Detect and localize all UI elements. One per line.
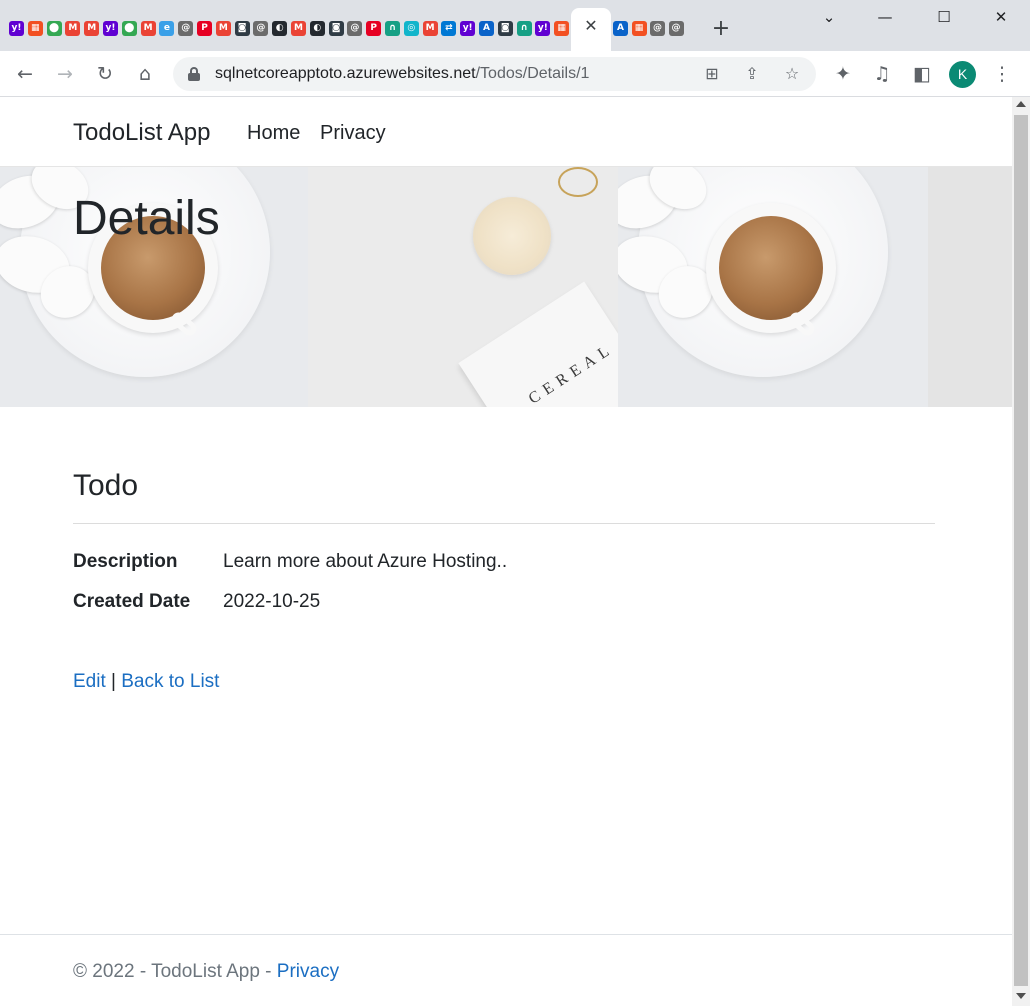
close-window-button[interactable]: ✕ [990, 6, 1012, 28]
scrollbar-thumb[interactable] [1014, 115, 1028, 986]
azure-icon[interactable]: A [613, 21, 628, 36]
azure-icon[interactable]: A [479, 21, 494, 36]
side-panel-icon[interactable]: ◧ [909, 61, 935, 87]
cereal-card-image: CEREAL [308, 167, 618, 407]
yahoo-mail-icon[interactable]: y! [535, 21, 551, 36]
scroll-down-arrow-icon[interactable] [1016, 993, 1026, 999]
yahoo-mail-icon[interactable]: y! [103, 21, 118, 36]
dark-site-icon[interactable]: ◙ [234, 21, 250, 36]
minimize-button[interactable]: — [874, 6, 896, 28]
azure-devops-icon[interactable]: ⇄ [441, 21, 457, 36]
site-navbar: TodoList App Home Privacy [0, 97, 1012, 167]
address-bar[interactable]: sqlnetcoreapptoto.azurewebsites.net/Todo… [173, 57, 816, 91]
pinterest-icon[interactable]: P [366, 21, 382, 36]
edge-icon[interactable]: e [159, 21, 175, 36]
back-icon[interactable]: ← [12, 61, 38, 87]
coffee-cup-image [618, 167, 928, 407]
action-separator: | [111, 671, 116, 692]
page-scrollbar[interactable] [1012, 97, 1030, 1006]
grey-site-icon[interactable]: @ [668, 21, 684, 36]
back-to-list-link[interactable]: Back to List [121, 671, 219, 692]
media-control-icon[interactable]: ♫ [869, 61, 895, 87]
dark-site-icon[interactable]: ◙ [497, 21, 513, 36]
brand-link[interactable]: TodoList App [73, 119, 210, 147]
page-title: Details [73, 192, 220, 245]
nav-link-home[interactable]: Home [247, 122, 300, 145]
footer-copyright: © 2022 - TodoList App - [73, 961, 277, 982]
green-site-icon[interactable]: ∩ [516, 21, 532, 36]
home-icon[interactable]: ⌂ [132, 61, 158, 87]
microsoft-icon[interactable]: ▦ [631, 21, 647, 36]
hero-image-partial [928, 167, 1012, 407]
dark-site-icon[interactable]: ◙ [328, 21, 344, 36]
grey-site-icon[interactable]: @ [650, 21, 665, 36]
forward-icon[interactable]: → [52, 61, 78, 87]
url-host: sqlnetcoreapptoto.azurewebsites.net [215, 65, 476, 82]
url-text[interactable]: sqlnetcoreapptoto.azurewebsites.net/Todo… [215, 65, 589, 83]
bookmark-star-icon[interactable]: ☆ [780, 62, 804, 86]
tab-search-icon[interactable]: ⌄ [818, 6, 840, 28]
microsoft-icon[interactable]: ▦ [27, 21, 43, 36]
nav-link-privacy[interactable]: Privacy [320, 122, 386, 145]
microsoft-icon[interactable]: ▦ [554, 21, 570, 36]
site-footer: © 2022 - TodoList App - Privacy [0, 934, 1012, 1006]
hero-banner: CEREAL Details [0, 167, 1012, 407]
footer-privacy-link[interactable]: Privacy [277, 961, 339, 982]
footer-text: © 2022 - TodoList App - Privacy [73, 961, 339, 983]
lock-icon[interactable] [187, 67, 201, 81]
extensions-icon[interactable]: ✦ [830, 61, 856, 87]
browser-toolbar: ← → ↻ ⌂ sqlnetcoreapptoto.azurewebsites.… [0, 51, 1030, 97]
profile-avatar[interactable]: K [949, 61, 976, 88]
url-path: /Todos/Details/1 [475, 65, 590, 82]
gmail-icon[interactable]: M [84, 21, 100, 36]
translate-icon[interactable]: ⊞ [700, 62, 724, 86]
reload-icon[interactable]: ↻ [92, 61, 118, 87]
github-icon[interactable]: ◐ [272, 21, 288, 36]
description-label: Description [73, 551, 178, 572]
active-tab[interactable]: ✕ [571, 8, 611, 51]
gmail-icon[interactable]: M [291, 21, 306, 36]
google-maps-icon[interactable]: ⬤ [121, 21, 137, 36]
google-maps-icon[interactable]: ⬤ [46, 21, 62, 36]
detail-actions: Edit | Back to List [73, 667, 219, 697]
todo-heading: Todo [73, 469, 139, 502]
tab-strip: y! ▦ ⬤ M My! ⬤ Me @ P M ◙ @ ◐ M ◐ ◙ @ P ∩ ◎ M ⇄ y! A ◙ ∩ y! ▦ ✕ A ▦ @… [0, 0, 1030, 51]
grey-site-icon[interactable]: @ [178, 21, 194, 36]
browser-menu-icon[interactable]: ⋮ [989, 61, 1015, 87]
created-date-label: Created Date [73, 591, 191, 612]
gmail-icon[interactable]: M [422, 21, 438, 36]
pinterest-icon[interactable]: P [197, 21, 212, 36]
divider [73, 523, 935, 524]
close-tab-icon[interactable]: ✕ [582, 17, 600, 35]
yahoo-mail-icon[interactable]: y! [9, 21, 24, 36]
gmail-icon[interactable]: M [65, 21, 81, 36]
green-site-icon[interactable]: ∩ [385, 21, 400, 36]
gmail-icon[interactable]: M [140, 21, 156, 36]
description-value: Learn more about Azure Hosting.. [223, 551, 508, 572]
yahoo-mail-icon[interactable]: y! [460, 21, 476, 36]
maximize-button[interactable]: ☐ [933, 6, 955, 28]
page-viewport: TodoList App Home Privacy CEREAL Details… [0, 97, 1012, 1006]
teal-site-icon[interactable]: ◎ [403, 21, 419, 36]
new-tab-button[interactable]: + [709, 17, 733, 41]
share-icon[interactable]: ⇪ [740, 62, 764, 86]
cereal-card-text: CEREAL [525, 339, 618, 407]
scroll-up-arrow-icon[interactable] [1016, 101, 1026, 107]
gmail-icon[interactable]: M [215, 21, 231, 36]
created-date-value: 2022-10-25 [223, 591, 321, 612]
github-icon[interactable]: ◐ [309, 21, 325, 36]
edit-link[interactable]: Edit [73, 671, 106, 692]
grey-site-icon[interactable]: @ [347, 21, 363, 36]
grey-site-icon[interactable]: @ [253, 21, 269, 36]
